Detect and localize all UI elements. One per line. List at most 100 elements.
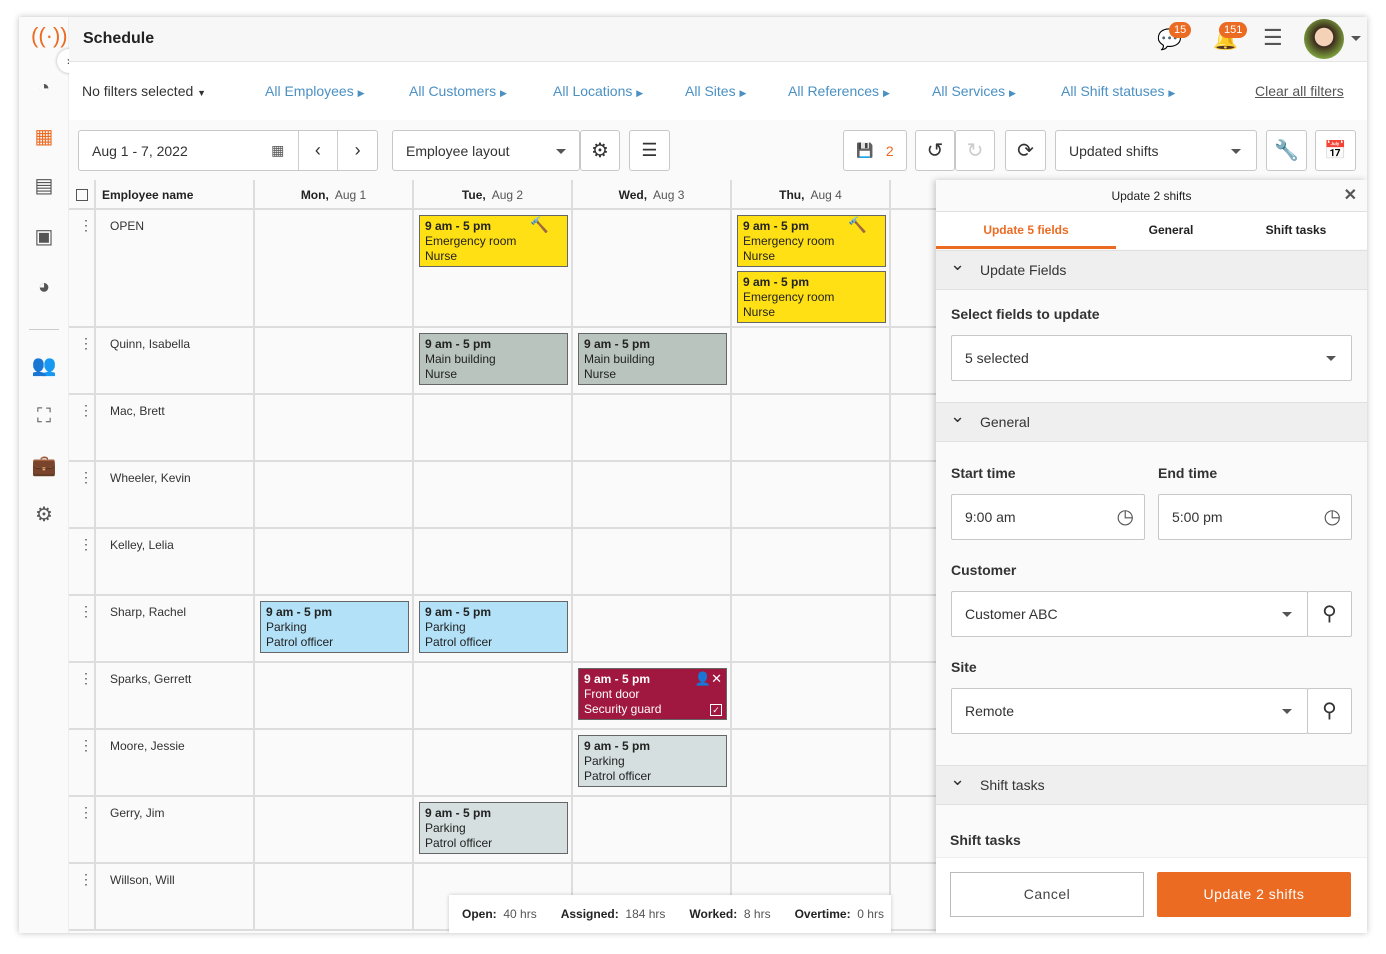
redo-button[interactable]: ↻ [955,130,995,171]
pie-chart-icon[interactable]: ◕ [31,274,57,300]
shift-card[interactable]: 9 am - 5 pm Parking Patrol officer [578,735,727,787]
day-header[interactable]: Mon, Aug 1 [255,180,414,210]
update-shifts-panel: Update 2 shifts ✕ Update 5 fields Genera… [936,180,1367,933]
filter-link[interactable]: All Employees ▶ [265,83,365,99]
site-select[interactable]: Remote [951,688,1308,734]
refresh-button[interactable]: ⟳ [1005,130,1046,171]
employee-name[interactable]: Gerry, Jim [110,806,164,820]
section-update-fields[interactable]: Update Fields [936,245,1367,290]
checkbox-checked-icon[interactable]: ✓ [710,704,722,716]
wrench-button[interactable]: 🔧 [1266,130,1307,171]
customer-select[interactable]: Customer ABC [951,591,1308,637]
filter-link[interactable]: All Services ▶ [932,83,1016,99]
shift-time: 9 am - 5 pm [425,806,492,820]
day-date: Aug 4 [810,188,842,202]
employee-name[interactable]: Moore, Jessie [110,739,185,753]
day-header[interactable]: Wed, Aug 3 [573,180,732,210]
clipboard-check-icon[interactable]: ▣ [31,224,57,250]
filter-preset-dropdown[interactable]: No filters selected ▼ [82,83,206,99]
row-menu-icon[interactable]: ⋮ [79,737,93,754]
save-button[interactable]: 💾 2 [843,130,907,171]
filter-link[interactable]: All Customers ▶ [409,83,507,99]
filter-link[interactable]: All References ▶ [788,83,890,99]
filter-sliders-button[interactable]: ☰ [629,130,670,171]
row-menu-icon[interactable]: ⋮ [79,670,93,687]
section-general[interactable]: General [936,397,1367,442]
site-search-button[interactable]: ⚲ [1307,688,1352,734]
gavel-plus-icon[interactable]: 🔨 [848,218,867,233]
select-all-cell [69,180,96,210]
tab-general[interactable]: General [1116,212,1226,249]
calendar-icon[interactable]: ▦ [258,142,298,159]
filter-link[interactable]: All Shift statuses ▶ [1061,83,1175,99]
filter-link[interactable]: All Locations ▶ [553,83,643,99]
gavel-icon[interactable]: 🔨 [530,218,549,233]
employee-name[interactable]: Sparks, Gerrett [110,672,191,686]
user-remove-icon[interactable]: 👤✕ [695,671,722,686]
users-gear-icon[interactable]: 👥 [31,353,57,379]
employee-name[interactable]: Kelley, Lelia [110,538,174,552]
tab-update-fields[interactable]: Update 5 fields [936,212,1116,249]
clock-icon[interactable]: ◷ [1324,495,1341,539]
row-menu-icon[interactable]: ⋮ [79,402,93,419]
view-dropdown[interactable]: Updated shifts [1055,130,1257,171]
select-all-checkbox[interactable] [75,189,88,201]
customer-search-button[interactable]: ⚲ [1307,591,1352,637]
date-range-picker[interactable]: Aug 1 - 7, 2022 ▦ ‹ › [78,130,378,171]
section-shift-tasks[interactable]: Shift tasks [936,760,1367,805]
calendar-edit-button[interactable]: 📅 [1315,130,1356,171]
dashboard-icon[interactable]: ◔ [31,75,57,101]
day-header[interactable]: Thu, Aug 4 [732,180,891,210]
filter-link[interactable]: All Sites ▶ [685,83,746,99]
day-header[interactable]: Tue, Aug 2 [414,180,573,210]
avatar-chevron-down-icon[interactable] [1351,36,1361,41]
calendar-clock-icon[interactable]: ▤ [31,173,57,199]
employee-name[interactable]: OPEN [110,219,144,233]
row-menu-icon[interactable]: ⋮ [79,335,93,352]
layout-settings-button[interactable]: ⚙ [580,130,620,171]
briefcase-icon[interactable]: 💼 [31,453,57,479]
row-menu-icon[interactable]: ⋮ [79,871,93,888]
fields-select[interactable]: 5 selected [951,335,1352,381]
shift-card[interactable]: 9 am - 5 pm Main building Nurse [419,333,568,385]
shift-card[interactable]: 9 am - 5 pm Emergency room Nurse 🔨 [737,215,886,267]
employee-name[interactable]: Wheeler, Kevin [110,471,191,485]
chevron-down-icon [1282,612,1292,617]
map-icon[interactable]: ⛶ [31,403,57,429]
list-icon[interactable]: ☰ [1263,25,1283,51]
shift-time: 9 am - 5 pm [425,605,492,619]
row-menu-icon[interactable]: ⋮ [79,536,93,553]
clock-icon[interactable]: ◷ [1117,495,1134,539]
next-week-button[interactable]: › [337,131,377,170]
shift-card[interactable]: 9 am - 5 pm Parking Patrol officer [419,802,568,854]
shift-card[interactable]: 9 am - 5 pm Emergency room Nurse 🔨 [419,215,568,267]
employee-name[interactable]: Mac, Brett [110,404,165,418]
row-menu-icon[interactable]: ⋮ [79,217,93,234]
prev-week-button[interactable]: ‹ [297,131,338,170]
cancel-button[interactable]: Cancel [950,872,1144,917]
undo-button[interactable]: ↺ [915,130,955,171]
tab-shift-tasks[interactable]: Shift tasks [1236,212,1356,249]
settings-gear-icon[interactable]: ⚙ [31,502,57,528]
avatar[interactable] [1304,19,1344,59]
update-shifts-button[interactable]: Update 2 shifts [1157,872,1351,917]
row-menu-icon[interactable]: ⋮ [79,469,93,486]
save-count: 2 [885,142,894,159]
row-menu-icon[interactable]: ⋮ [79,804,93,821]
employee-name[interactable]: Sharp, Rachel [110,605,186,619]
row-menu-icon[interactable]: ⋮ [79,603,93,620]
employee-name[interactable]: Quinn, Isabella [110,337,190,351]
clear-filters-link[interactable]: Clear all filters [1255,83,1344,99]
close-icon[interactable]: ✕ [1344,185,1357,205]
shift-card[interactable]: 9 am - 5 pm Front door Security guard 👤✕ ✓ [578,668,727,720]
employee-name[interactable]: Willson, Will [110,873,175,887]
layout-dropdown[interactable]: Employee layout [392,130,580,171]
end-time-input[interactable]: 5:00 pm ◷ [1158,494,1352,540]
start-time-input[interactable]: 9:00 am ◷ [951,494,1145,540]
shift-card[interactable]: 9 am - 5 pm Parking Patrol officer [260,601,409,653]
schedule-grid-icon[interactable]: ▦ [31,124,57,150]
employee-name-header[interactable]: Employee name [96,180,255,210]
shift-card[interactable]: 9 am - 5 pm Emergency room Nurse [737,271,886,323]
shift-card[interactable]: 9 am - 5 pm Main building Nurse [578,333,727,385]
shift-card[interactable]: 9 am - 5 pm Parking Patrol officer [419,601,568,653]
